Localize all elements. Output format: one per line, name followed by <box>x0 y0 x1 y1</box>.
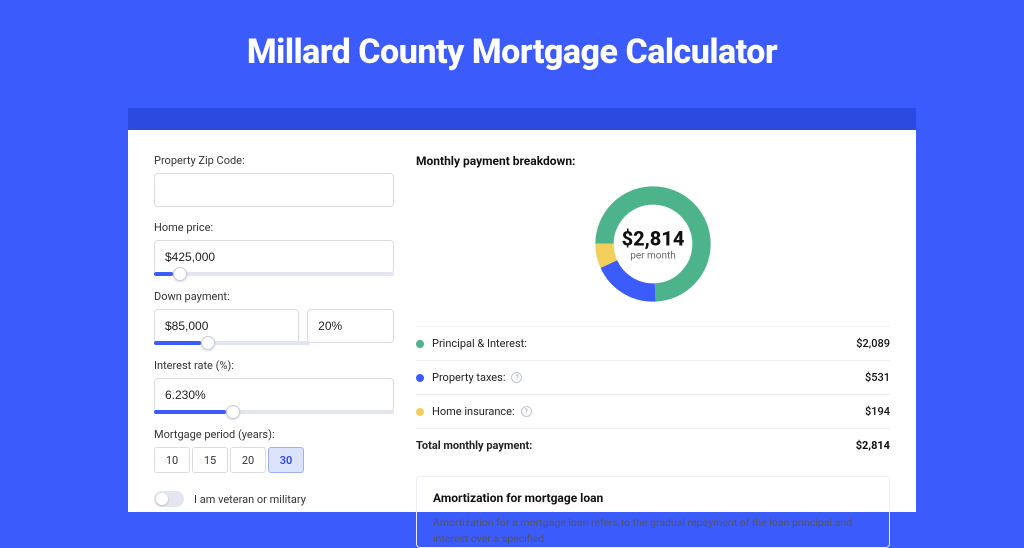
veteran-label: I am veteran or military <box>194 493 306 506</box>
donut-sub: per month <box>622 251 685 262</box>
down-payment-input[interactable] <box>154 309 299 343</box>
total-label: Total monthly payment: <box>416 439 856 452</box>
breakdown-title: Monthly payment breakdown: <box>416 154 890 168</box>
legend-row-principal: Principal & Interest: $2,089 <box>416 326 890 360</box>
breakdown-panel: Monthly payment breakdown: $2,814 per mo… <box>416 154 890 512</box>
amort-title: Amortization for mortgage loan <box>433 491 873 505</box>
info-icon[interactable]: ? <box>521 406 532 417</box>
legend-label: Home insurance: ? <box>432 405 865 418</box>
dot-icon <box>416 340 424 348</box>
header-band <box>128 108 916 130</box>
interest-slider[interactable] <box>154 410 394 414</box>
period-option-15[interactable]: 15 <box>192 447 228 473</box>
period-option-10[interactable]: 10 <box>154 447 190 473</box>
calculator-card: Property Zip Code: Home price: Down paym… <box>128 130 916 512</box>
legend-label: Principal & Interest: <box>432 337 856 350</box>
legend-value: $194 <box>865 405 890 418</box>
donut-amount: $2,814 <box>622 227 685 251</box>
info-icon[interactable]: ? <box>511 372 522 383</box>
interest-input[interactable] <box>154 378 394 412</box>
interest-label: Interest rate (%): <box>154 359 394 372</box>
dot-icon <box>416 408 424 416</box>
down-payment-slider[interactable] <box>154 341 310 345</box>
total-value: $2,814 <box>856 439 890 452</box>
down-payment-label: Down payment: <box>154 290 394 303</box>
legend-row-total: Total monthly payment: $2,814 <box>416 428 890 462</box>
home-price-slider[interactable] <box>154 272 394 276</box>
legend-row-taxes: Property taxes: ? $531 <box>416 360 890 394</box>
legend-label: Property taxes: ? <box>432 371 865 384</box>
zip-input[interactable] <box>154 173 394 207</box>
period-label: Mortgage period (years): <box>154 428 394 441</box>
page-title: Millard County Mortgage Calculator <box>0 0 1024 94</box>
legend-value: $2,089 <box>856 337 890 350</box>
zip-label: Property Zip Code: <box>154 154 394 167</box>
period-option-20[interactable]: 20 <box>230 447 266 473</box>
form-panel: Property Zip Code: Home price: Down paym… <box>154 154 394 512</box>
amort-text: Amortization for a mortgage loan refers … <box>433 515 873 547</box>
period-option-30[interactable]: 30 <box>268 447 304 473</box>
donut-chart: $2,814 per month <box>416 180 890 308</box>
dot-icon <box>416 374 424 382</box>
period-group: 10 15 20 30 <box>154 447 394 473</box>
down-payment-pct-input[interactable] <box>307 309 394 343</box>
home-price-label: Home price: <box>154 221 394 234</box>
veteran-toggle[interactable] <box>154 491 184 507</box>
legend-value: $531 <box>865 371 890 384</box>
home-price-input[interactable] <box>154 240 394 274</box>
legend-row-insurance: Home insurance: ? $194 <box>416 394 890 428</box>
